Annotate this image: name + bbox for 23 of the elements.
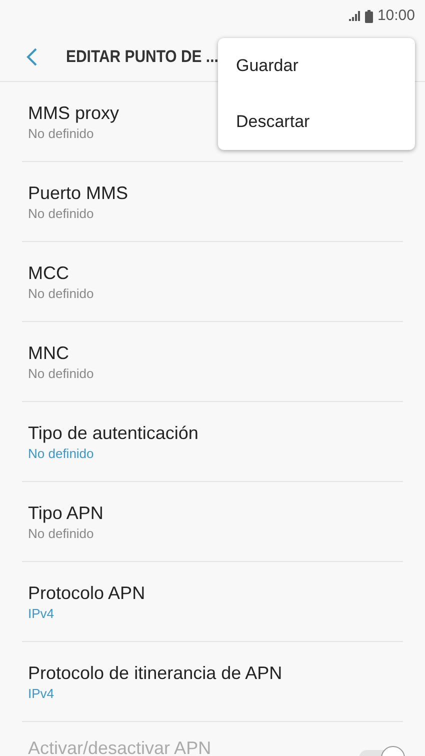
setting-title[interactable]: MNC bbox=[28, 340, 94, 364]
back-icon bbox=[26, 46, 38, 66]
status-time: 10:00 bbox=[377, 6, 415, 26]
setting-title[interactable]: Puerto MMS bbox=[28, 180, 128, 204]
menu-item[interactable]: Guardar bbox=[218, 38, 415, 94]
signal-icon bbox=[349, 11, 362, 21]
setting-title[interactable]: MMS proxy bbox=[28, 100, 120, 124]
setting-title[interactable]: Tipo de autenticación bbox=[28, 420, 198, 444]
setting-title[interactable]: MCC bbox=[28, 260, 94, 284]
battery-icon bbox=[365, 10, 374, 22]
setting-value: No definido bbox=[28, 204, 95, 222]
setting-value: IPv4 bbox=[28, 604, 56, 622]
screen-title: EDITAR PUNTO DE ... bbox=[66, 46, 218, 68]
setting-title[interactable]: Protocolo APN bbox=[28, 580, 146, 604]
setting-value: IPv4 bbox=[28, 684, 56, 702]
setting-title[interactable]: Protocolo de itinerancia de APN bbox=[28, 660, 282, 684]
setting-value: No definido bbox=[28, 124, 95, 142]
setting-value: No definido bbox=[28, 364, 94, 382]
setting-value: No definido bbox=[28, 444, 95, 462]
setting-value: No definido bbox=[28, 524, 95, 542]
setting-value: No definido bbox=[28, 284, 94, 302]
menu-item[interactable]: Descartar bbox=[218, 94, 415, 150]
setting-title[interactable]: Tipo APN bbox=[28, 500, 104, 524]
